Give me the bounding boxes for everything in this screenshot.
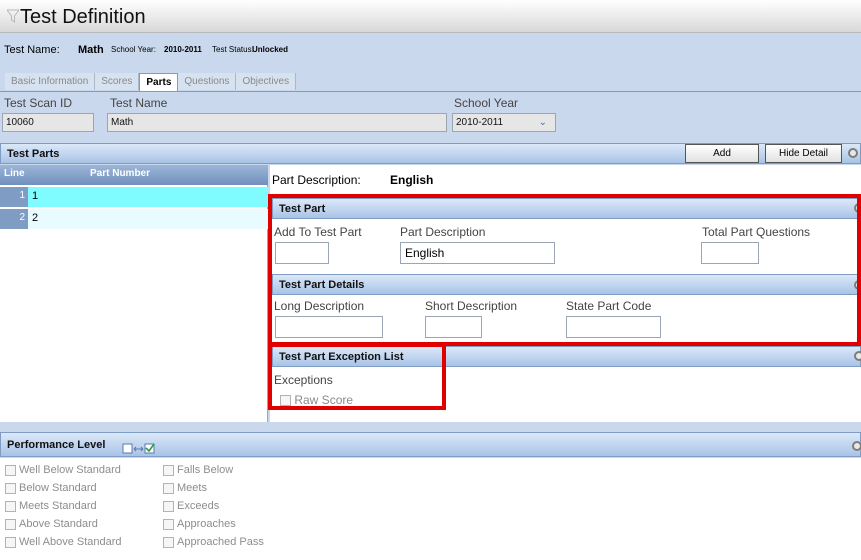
part-description-value: English bbox=[390, 173, 434, 187]
title-bar: Test Definition bbox=[0, 0, 861, 33]
settings-icon[interactable] bbox=[848, 148, 858, 158]
performance-level-label: Meets Standard bbox=[19, 500, 97, 512]
performance-level-option[interactable]: Falls Below bbox=[163, 464, 233, 476]
performance-level-option[interactable]: Exceeds bbox=[163, 500, 219, 512]
test-name-field[interactable]: Math bbox=[107, 113, 447, 132]
performance-level-checkbox[interactable] bbox=[5, 500, 16, 512]
parts-grid: Line Part Number 1 1 2 2 bbox=[0, 165, 268, 422]
performance-level-option[interactable]: Well Below Standard bbox=[5, 464, 121, 476]
settings-icon[interactable] bbox=[854, 351, 861, 361]
performance-level-option[interactable]: Well Above Standard bbox=[5, 536, 122, 548]
test-status-label: Test Status: bbox=[212, 45, 254, 54]
column-header-line[interactable]: Line bbox=[4, 168, 25, 179]
hide-detail-button[interactable]: Hide Detail bbox=[765, 144, 842, 163]
performance-level-checkbox[interactable] bbox=[5, 536, 16, 548]
highlight-box-exception-list bbox=[268, 343, 446, 410]
column-header-part-number[interactable]: Part Number bbox=[90, 168, 150, 179]
school-year-field-label: School Year bbox=[454, 96, 519, 110]
row-part-cell: 2 bbox=[32, 212, 39, 224]
performance-level-checkbox[interactable] bbox=[163, 518, 174, 530]
row-line-cell: 1 bbox=[0, 187, 28, 207]
performance-level-label: Well Below Standard bbox=[19, 464, 121, 476]
tab-questions[interactable]: Questions bbox=[178, 73, 237, 90]
chevron-down-icon[interactable]: ⌄ bbox=[539, 116, 547, 129]
parts-grid-header: Line Part Number bbox=[0, 165, 268, 185]
part-description-label: Part Description: bbox=[272, 173, 361, 187]
panel-divider bbox=[0, 422, 861, 428]
tab-parts[interactable]: Parts bbox=[139, 73, 179, 91]
performance-level-label: Exceeds bbox=[177, 500, 220, 512]
performance-level-label: Above Standard bbox=[19, 518, 98, 530]
highlight-box-test-part bbox=[268, 194, 861, 346]
add-button[interactable]: Add bbox=[685, 144, 759, 163]
performance-level-option[interactable]: Below Standard bbox=[5, 482, 97, 494]
performance-level-option[interactable]: Approaches bbox=[163, 518, 236, 530]
performance-level-label: Falls Below bbox=[177, 464, 234, 476]
table-row[interactable]: 2 2 bbox=[0, 209, 268, 229]
performance-level-list bbox=[0, 458, 861, 560]
performance-level-checkbox[interactable] bbox=[163, 536, 174, 548]
test-name-value: Math bbox=[78, 44, 104, 56]
performance-level-title: Performance Level bbox=[7, 439, 106, 451]
performance-level-checkbox[interactable] bbox=[163, 464, 174, 476]
row-part-cell: 1 bbox=[32, 190, 39, 202]
test-info-line: Test Name: Math School Year: 2010-2011 T… bbox=[0, 42, 861, 58]
performance-level-label: Meets bbox=[177, 482, 207, 494]
performance-level-label: Below Standard bbox=[19, 482, 97, 494]
performance-level-checkbox[interactable] bbox=[163, 500, 174, 512]
test-name-field-label: Test Name bbox=[110, 96, 168, 110]
performance-level-option[interactable]: Above Standard bbox=[5, 518, 98, 530]
page-title: Test Definition bbox=[20, 6, 146, 28]
performance-level-option[interactable]: Meets bbox=[163, 482, 207, 494]
tab-basic-information[interactable]: Basic Information bbox=[5, 73, 96, 90]
test-scan-id-field[interactable]: 10060 bbox=[2, 113, 94, 132]
tab-objectives[interactable]: Objectives bbox=[236, 73, 297, 90]
school-year-select-value: 2010-2011 bbox=[456, 117, 504, 128]
performance-level-option[interactable]: Approached Pass bbox=[163, 536, 264, 548]
test-parts-title: Test Parts bbox=[7, 148, 60, 160]
performance-level-checkbox[interactable] bbox=[163, 482, 174, 494]
school-year-label: School Year: bbox=[111, 45, 156, 54]
tab-bar: Basic Information Scores Parts Questions… bbox=[5, 73, 297, 91]
performance-level-checkbox[interactable] bbox=[5, 518, 16, 530]
performance-level-checkbox[interactable] bbox=[5, 464, 16, 476]
test-name-label: Test Name: bbox=[4, 44, 60, 56]
school-year-select[interactable]: 2010-2011 ⌄ bbox=[452, 113, 556, 132]
tab-scores[interactable]: Scores bbox=[95, 73, 140, 90]
performance-level-checkbox[interactable] bbox=[5, 482, 16, 494]
performance-level-label: Approached Pass bbox=[177, 536, 264, 548]
filter-icon[interactable] bbox=[7, 9, 19, 23]
settings-icon[interactable] bbox=[852, 441, 861, 451]
performance-level-label: Well Above Standard bbox=[19, 536, 122, 548]
test-scan-id-label: Test Scan ID bbox=[4, 96, 73, 110]
swap-icon[interactable] bbox=[122, 441, 156, 458]
tab-underline bbox=[0, 91, 861, 92]
performance-level-label: Approaches bbox=[177, 518, 236, 530]
row-line-cell: 2 bbox=[0, 209, 28, 229]
school-year-value: 2010-2011 bbox=[164, 45, 202, 54]
test-status-value: Unlocked bbox=[252, 45, 289, 54]
table-row[interactable]: 1 1 bbox=[0, 187, 268, 207]
performance-level-option[interactable]: Meets Standard bbox=[5, 500, 97, 512]
